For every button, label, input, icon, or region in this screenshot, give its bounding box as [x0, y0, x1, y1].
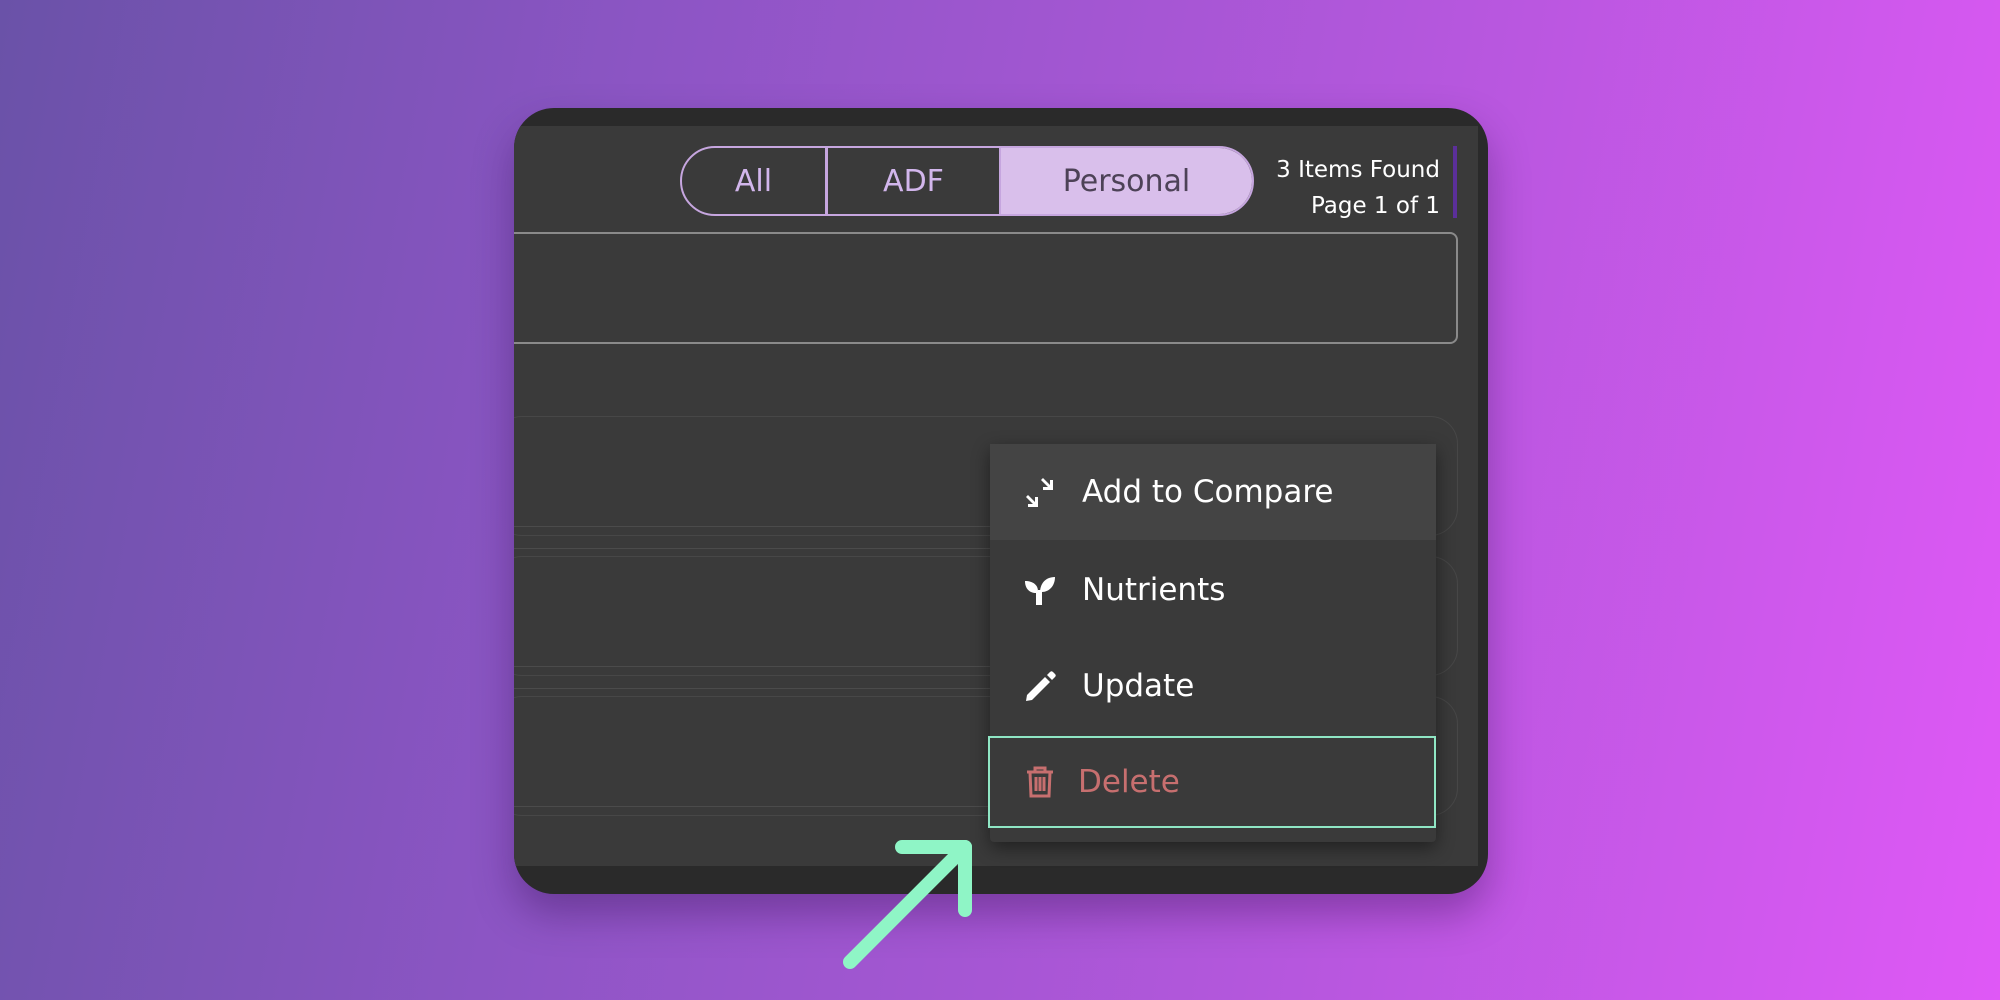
pencil-icon	[1020, 666, 1060, 706]
menu-item-update[interactable]: Update	[990, 640, 1436, 732]
menu-item-delete[interactable]: Delete	[988, 736, 1436, 828]
page-indicator: Page 1 of 1	[1310, 193, 1440, 219]
pointer-arrow-icon	[843, 840, 972, 969]
sprout-icon	[1020, 570, 1060, 610]
scroll-indicator	[1453, 146, 1457, 218]
search-input[interactable]	[514, 232, 1458, 344]
menu-item-nutrients[interactable]: Nutrients	[990, 544, 1436, 636]
tab-personal[interactable]: Personal	[1001, 148, 1252, 214]
menu-item-label: Delete	[1078, 764, 1180, 800]
menu-item-add-to-compare[interactable]: Add to Compare	[990, 444, 1436, 540]
tab-adf[interactable]: ADF	[828, 148, 1001, 214]
tab-all[interactable]: All	[682, 148, 828, 214]
items-found-count: 3 Items Found	[1276, 157, 1440, 183]
trash-icon	[1020, 762, 1060, 802]
filter-tabs: All ADF Personal	[680, 146, 1254, 216]
compare-arrows-icon	[1020, 472, 1060, 512]
menu-item-label: Nutrients	[1082, 572, 1226, 608]
menu-item-label: Add to Compare	[1082, 474, 1334, 510]
context-menu: Add to Compare Nutrients Update Delete	[988, 444, 1436, 842]
results-summary: 3 Items Found Page 1 of 1	[1276, 152, 1440, 224]
menu-item-label: Update	[1082, 668, 1195, 704]
